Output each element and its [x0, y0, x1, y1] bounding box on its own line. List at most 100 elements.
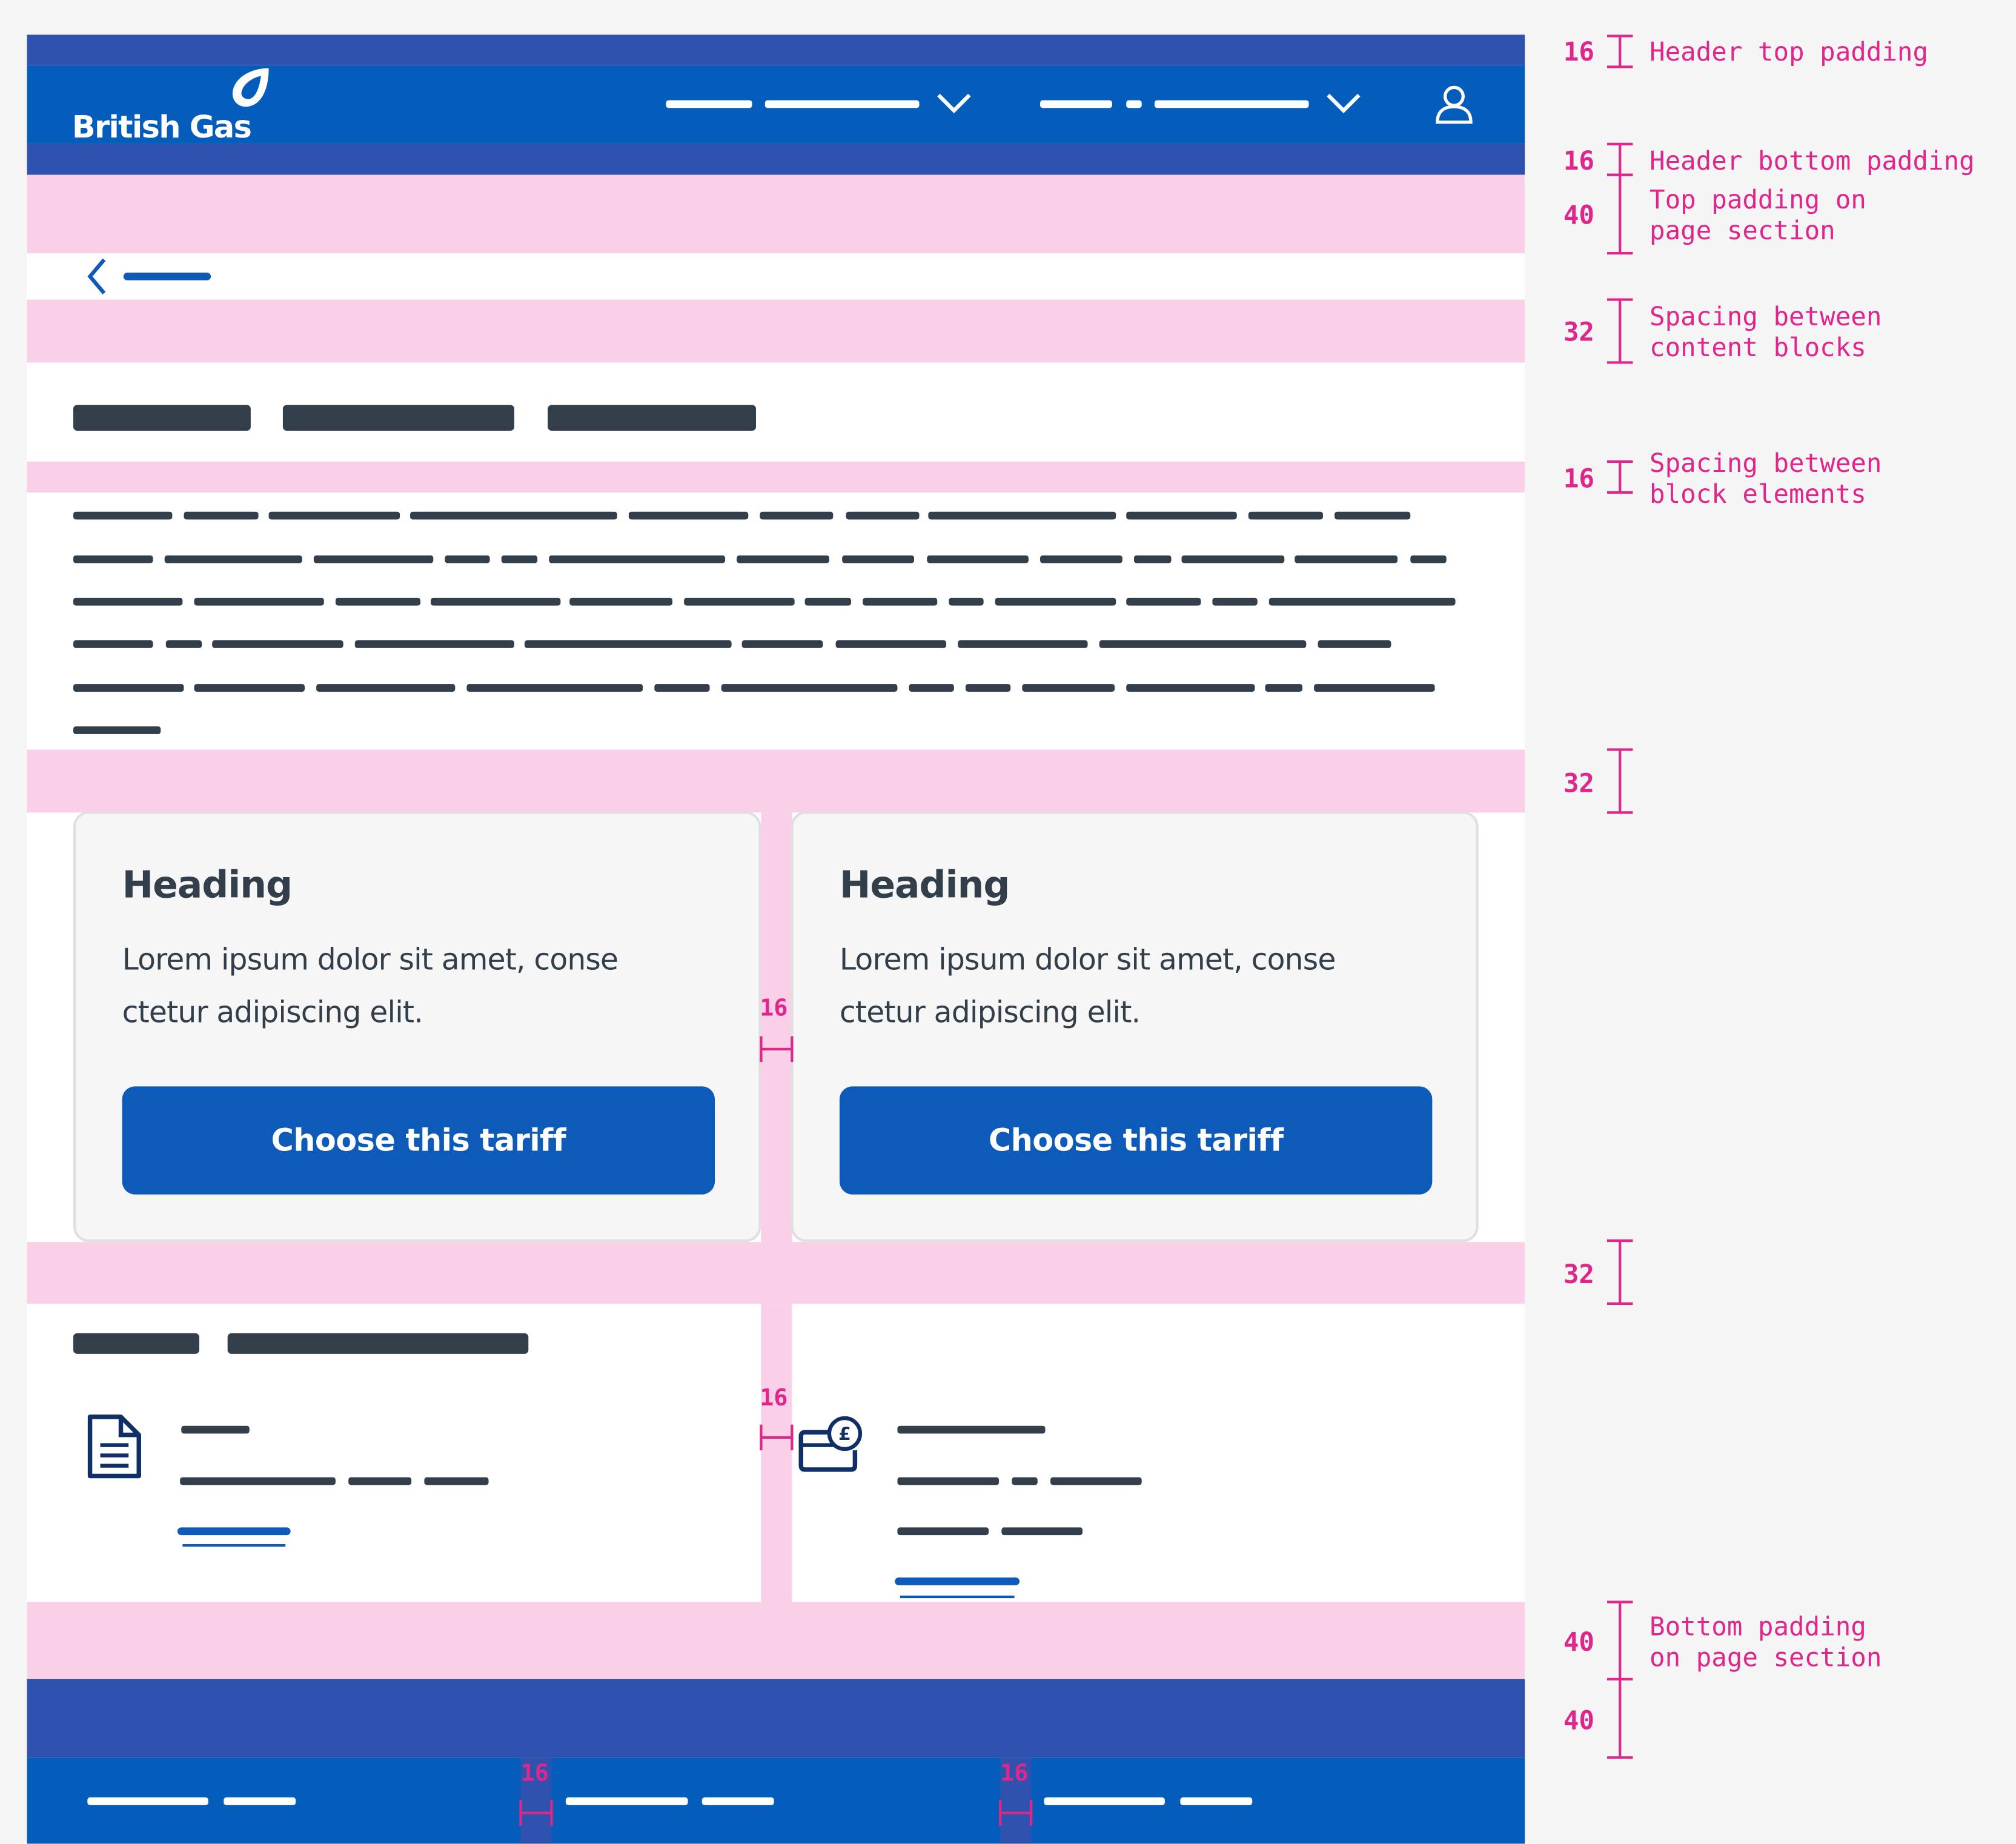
nav-menu-1-label-part — [764, 100, 920, 108]
measure-bracket — [1607, 460, 1633, 494]
info-text — [1050, 1477, 1142, 1485]
paragraph-line-segment — [1268, 597, 1456, 606]
info-text — [1001, 1527, 1083, 1536]
paragraph-line-segment — [524, 640, 732, 648]
paragraph-line-segment — [164, 555, 302, 563]
paragraph-line-segment — [73, 597, 183, 606]
paragraph-line-segment — [1126, 511, 1237, 520]
nav-menu-1-label-part — [666, 100, 752, 108]
british-gas-logo[interactable]: British Gas — [72, 65, 278, 145]
info-text — [1012, 1477, 1038, 1485]
info-gutter — [761, 1304, 792, 1602]
user-icon[interactable] — [1433, 84, 1474, 125]
gutter-measure — [999, 1800, 1033, 1826]
card-gutter — [761, 812, 792, 1242]
measure-bracket — [1607, 173, 1633, 255]
back-link[interactable] — [85, 257, 213, 296]
paragraph-line-segment — [1335, 511, 1411, 520]
footer-link[interactable] — [87, 1794, 299, 1809]
gutter-measure — [519, 1800, 553, 1826]
measure-bracket — [1607, 748, 1633, 814]
measure-bracket — [1607, 35, 1633, 68]
info-link-label — [895, 1577, 1020, 1585]
info-text — [897, 1477, 1000, 1485]
annotation-label: Spacing between block elements — [1650, 447, 1882, 509]
footer-link-part — [87, 1797, 208, 1805]
nav-menu-2-label-part — [1154, 100, 1309, 108]
annotation-value: 16 — [1563, 145, 1594, 176]
paragraph-line-segment — [1126, 684, 1255, 692]
annotation-value: 40 — [1563, 199, 1594, 230]
annotation-value: 40 — [1563, 1705, 1594, 1736]
measure-bracket — [1607, 298, 1633, 364]
chevron-left-icon — [87, 258, 106, 294]
heading-word — [73, 405, 251, 431]
paragraph-line-segment — [863, 597, 938, 606]
footer-link[interactable] — [565, 1794, 778, 1809]
footer-link-part — [565, 1797, 688, 1805]
paragraph-line-segment — [165, 640, 202, 648]
info-text — [348, 1477, 412, 1485]
gutter-annotation-value: 16 — [760, 1384, 788, 1412]
paragraph-line-segment — [268, 511, 400, 520]
chevron-down-icon — [937, 93, 971, 114]
paragraph-line-segment — [721, 684, 898, 692]
info-link[interactable] — [177, 1525, 293, 1550]
paragraph-line-segment — [995, 597, 1116, 606]
info-heading-word — [227, 1333, 529, 1354]
paragraph-line-segment — [1410, 555, 1447, 563]
flame-icon — [232, 68, 269, 107]
paragraph-line-segment — [737, 555, 829, 563]
paragraph-line-segment — [1181, 555, 1285, 563]
footer-link[interactable] — [1044, 1794, 1256, 1809]
paragraph-line-segment — [1314, 684, 1435, 692]
nav-menu-1[interactable] — [666, 88, 974, 119]
info-text — [897, 1527, 989, 1536]
paragraph-line-segment — [73, 555, 153, 563]
section-top-padding — [27, 174, 1525, 254]
heading-word — [282, 405, 514, 431]
paragraph-line-segment — [549, 555, 726, 563]
chevron-down-icon — [1327, 93, 1361, 114]
paragraph-line-segment — [909, 684, 954, 692]
annotation-label: Header top padding — [1650, 36, 1929, 67]
paragraph-line-segment — [1248, 511, 1323, 520]
nav-menu-2[interactable] — [1040, 88, 1368, 119]
annotation-label: Bottom padding on page section — [1650, 1611, 1882, 1673]
paragraph-line-segment — [410, 511, 617, 520]
paragraph-line-segment — [316, 684, 456, 692]
paragraph-line-segment — [335, 597, 421, 606]
info-text — [424, 1477, 489, 1485]
annotation-label: Top padding on page section — [1650, 184, 1866, 246]
svg-text:£: £ — [838, 1424, 851, 1445]
block-element-spacing — [27, 461, 1525, 493]
tariff-card: Heading Lorem ipsum dolor sit amet, cons… — [791, 811, 1479, 1242]
measure-bracket — [1607, 142, 1633, 176]
footer-link-part — [224, 1797, 296, 1805]
paragraph-line-segment — [654, 684, 710, 692]
info-link[interactable] — [895, 1575, 1023, 1600]
paragraph-line-segment — [958, 640, 1088, 648]
annotation-value: 32 — [1563, 768, 1594, 799]
paragraph-line-segment — [354, 640, 514, 648]
annotation-value: 16 — [1563, 463, 1594, 494]
site-header: British Gas — [27, 65, 1525, 145]
header-top-padding — [27, 35, 1525, 66]
choose-tariff-button[interactable]: Choose this tariff — [839, 1086, 1433, 1195]
paragraph-line-segment — [846, 511, 920, 520]
paragraph-line-segment — [466, 684, 643, 692]
paragraph-line-segment — [73, 726, 161, 734]
footer-link-part — [1180, 1797, 1253, 1805]
paragraph-line-segment — [1040, 555, 1122, 563]
paragraph-line-segment — [1126, 597, 1201, 606]
nav-menu-2-label-part — [1040, 100, 1112, 108]
paragraph-line-segment — [1318, 640, 1391, 648]
paragraph-line-segment — [760, 511, 834, 520]
paragraph-line-segment — [1212, 597, 1258, 606]
paragraph-line-segment — [194, 684, 305, 692]
paragraph-line-segment — [949, 597, 984, 606]
tariff-card: Heading Lorem ipsum dolor sit amet, cons… — [73, 811, 761, 1242]
annotation-label: Header bottom padding — [1650, 145, 1975, 176]
choose-tariff-button[interactable]: Choose this tariff — [122, 1086, 715, 1195]
paragraph-line-segment — [184, 511, 259, 520]
